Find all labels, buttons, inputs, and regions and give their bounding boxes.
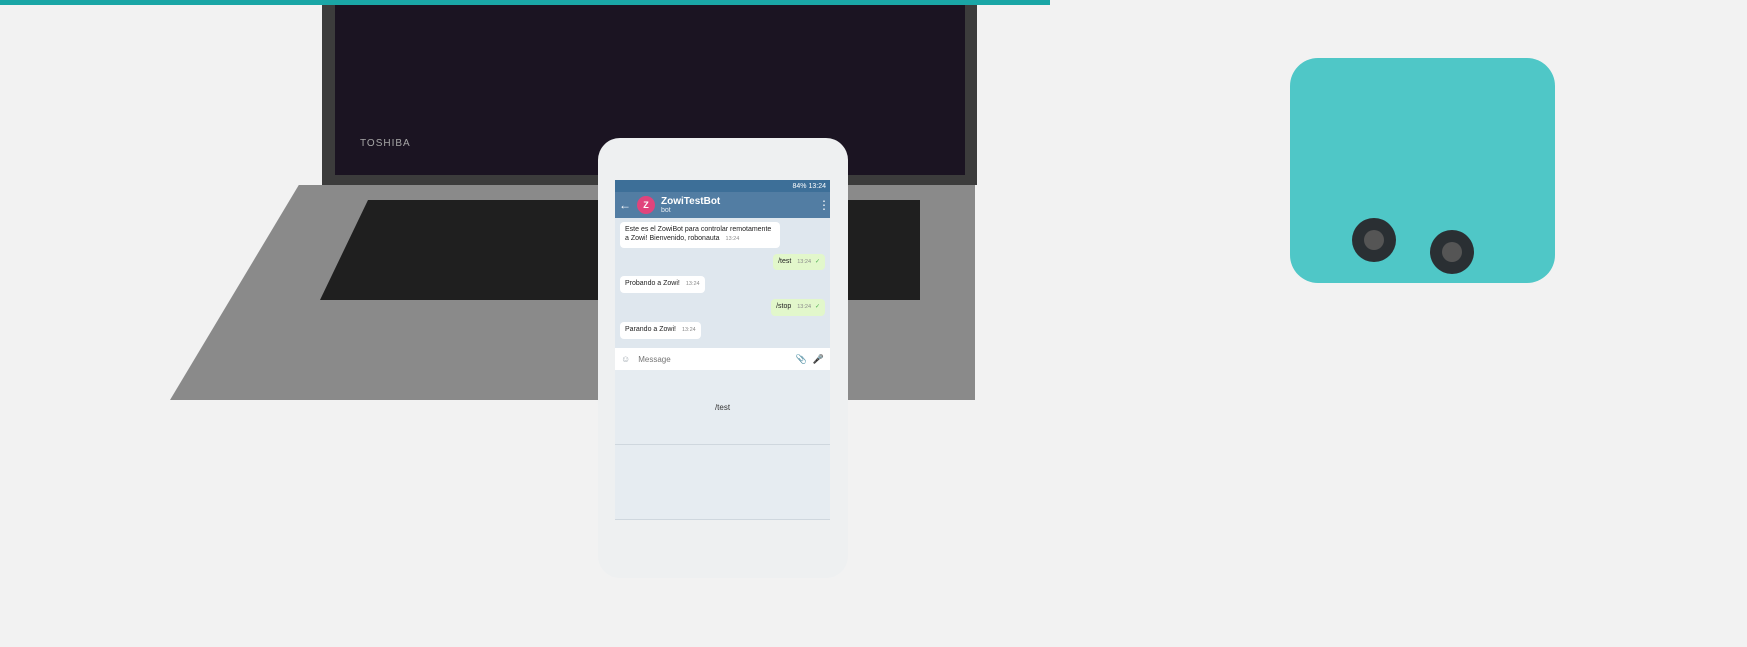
laptop-brand: TOSHIBA (360, 138, 411, 149)
attach-icon[interactable]: 📎 (796, 354, 807, 365)
status-bar: 84% 13:24 (615, 180, 830, 192)
message-text: Probando a Zowi! (625, 280, 680, 288)
message-text: Parando a Zowi! (625, 325, 676, 333)
message-text: /test (778, 257, 792, 265)
avatar-letter: Z (643, 200, 649, 210)
message-bubble: Probando a Zowi! 13:24 (620, 276, 705, 293)
message-text: /stop (776, 303, 792, 310)
read-check-icon: ✓ (814, 258, 820, 265)
more-vert-icon[interactable]: ⋮ (818, 198, 830, 212)
robot-head (1290, 58, 1555, 283)
chat-header: ← Z ZowiTestBot bot ⋮ (615, 192, 830, 218)
status-text: 84% 13:24 (792, 182, 826, 190)
robot-right-eye (1430, 230, 1474, 274)
mic-icon[interactable]: 🎤 (813, 354, 824, 365)
read-check-icon: ✓ (814, 304, 820, 310)
robot-left-eye (1352, 218, 1396, 262)
message-time: 13:24 (681, 326, 696, 333)
bot-command-button[interactable]: /test (615, 370, 830, 445)
back-arrow-icon[interactable]: ← (619, 198, 631, 212)
message-time: 13:24 (725, 235, 740, 242)
chat-title-block[interactable]: ZowiTestBot bot (661, 196, 812, 215)
message-bubble: /test 13:24 ✓ (773, 253, 825, 271)
emoji-icon[interactable]: ☺ (621, 354, 630, 364)
chat-messages: Este es el ZowiBot para controlar remota… (615, 218, 830, 343)
message-input[interactable] (636, 353, 790, 365)
message-text: Este es el ZowiBot para controlar remota… (625, 226, 772, 242)
chat-subtitle: bot (661, 206, 671, 214)
message-bubble: Este es el ZowiBot para controlar remota… (620, 222, 780, 248)
message-time: 13:24 (797, 258, 812, 265)
message-bubble: Parando a Zowi! 13:24 (620, 321, 701, 339)
message-composer: ☺ 📎 🎤 (615, 348, 830, 370)
message-bubble: /stop 13:24 ✓ (771, 299, 825, 316)
avatar[interactable]: Z (637, 196, 655, 214)
message-time: 13:24 (685, 281, 700, 288)
bot-command-label: /test (714, 402, 731, 412)
phone-screen: 84% 13:24 ← Z ZowiTestBot bot ⋮ Este es … (615, 180, 830, 520)
bot-keyboard: /test (615, 370, 830, 520)
photo-scene: TOSHIBA 84% 13:24 ← Z ZowiTestBot bot ⋮ … (0, 0, 1747, 647)
message-time: 13:24 (797, 304, 812, 310)
chat-title: ZowiTestBot (661, 195, 721, 207)
bot-command-button[interactable] (615, 445, 830, 520)
